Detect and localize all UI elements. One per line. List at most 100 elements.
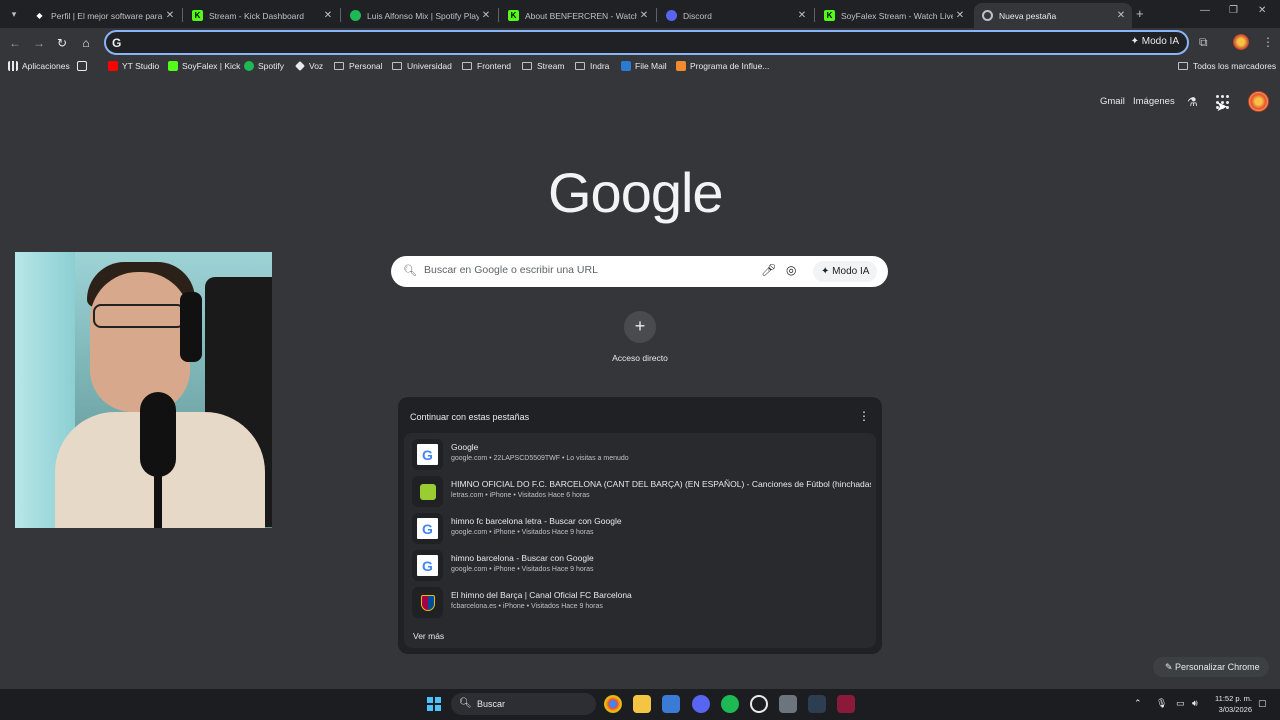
tab-separator xyxy=(498,8,499,22)
restore-icon[interactable]: ❐ xyxy=(1229,5,1238,16)
bookmark-tab-groups[interactable] xyxy=(77,61,91,71)
bookmark-folder-frontend[interactable]: Frontend xyxy=(462,61,511,71)
programa-icon xyxy=(676,61,686,71)
voice-search-icon[interactable]: 🎤︎ xyxy=(761,263,776,277)
tab-discord[interactable]: Discord ✕ xyxy=(658,3,813,28)
folder-icon xyxy=(1178,62,1188,70)
file-explorer-icon[interactable] xyxy=(633,695,651,713)
show-hidden-icons[interactable]: ⌃ xyxy=(1134,698,1142,709)
home-icon[interactable]: ⌂ xyxy=(77,34,95,52)
tab-spotify[interactable]: Luis Alfonso Mix | Spotify Playli ✕ xyxy=(342,3,497,28)
list-item[interactable]: G Google google.com • 22LAPSCD5509TWF • … xyxy=(410,436,872,470)
letras-icon xyxy=(412,476,443,507)
system-clock[interactable]: 11:52 p. m. 3/03/2026 xyxy=(1210,693,1252,715)
app-a-icon[interactable] xyxy=(837,695,855,713)
bookmark-folder-universidad[interactable]: Universidad xyxy=(392,61,452,71)
gmail-link[interactable]: Gmail xyxy=(1100,96,1125,107)
youtube-icon xyxy=(108,61,118,71)
lens-camera-icon[interactable]: ◎ xyxy=(786,263,796,277)
extensions-icon[interactable]: ⧉ xyxy=(1199,35,1208,50)
google-logo: Google xyxy=(548,161,724,224)
list-item[interactable]: G himno barcelona - Buscar con Google go… xyxy=(410,547,872,581)
microphone-icon[interactable]: 🎙︎ xyxy=(1156,698,1167,709)
customize-chrome-button[interactable]: ✎ Personalizar Chrome xyxy=(1153,657,1269,677)
steam-icon[interactable] xyxy=(808,695,826,713)
forward-icon[interactable]: → xyxy=(30,34,48,52)
new-tab-icon[interactable]: + xyxy=(1136,6,1144,21)
ver-mas-link[interactable]: Ver más xyxy=(413,631,444,641)
search-input[interactable] xyxy=(424,264,744,276)
list-item-title: HIMNO OFICIAL DO F.C. BARCELONA (CANT DE… xyxy=(451,479,871,489)
close-tab-icon[interactable]: ✕ xyxy=(637,10,651,21)
close-tab-icon[interactable]: ✕ xyxy=(1114,10,1128,21)
discord-taskbar-icon[interactable] xyxy=(692,695,710,713)
images-link[interactable]: Imágenes xyxy=(1133,96,1175,107)
tab-title: Luis Alfonso Mix | Spotify Playli xyxy=(367,10,479,21)
account-avatar[interactable] xyxy=(1248,91,1269,112)
taskbar-search-label: Buscar xyxy=(477,699,506,709)
calculator-icon[interactable] xyxy=(779,695,797,713)
bookmark-all-bookmarks[interactable]: Todos los marcadores xyxy=(1178,61,1276,71)
volume-icon[interactable]: 🔊︎ xyxy=(1192,698,1198,709)
taskbar-search[interactable]: 🔍︎ Buscar xyxy=(451,693,596,715)
labs-flask-icon[interactable]: ⚗ xyxy=(1187,95,1198,109)
modo-ia-button[interactable]: ✦ Modo IA xyxy=(813,261,878,282)
tab-separator xyxy=(656,8,657,22)
minimize-icon[interactable]: — xyxy=(1200,5,1210,16)
tab-strip: ▾ ◆ Perfil | El mejor software para p ✕ … xyxy=(0,0,1280,28)
bookmark-soyfalex-kick[interactable]: SoyFalex | Kick xyxy=(168,61,240,71)
close-tab-icon[interactable]: ✕ xyxy=(795,10,809,21)
tab-groups-icon xyxy=(77,61,87,71)
tab-kick-dashboard[interactable]: K Stream - Kick Dashboard ✕ xyxy=(184,3,339,28)
tab-benfercren[interactable]: K About BENFERCREN - Watch Li ✕ xyxy=(500,3,655,28)
close-tab-icon[interactable]: ✕ xyxy=(479,10,493,21)
back-icon[interactable]: ← xyxy=(6,34,24,52)
bookmark-voz[interactable]: Voz xyxy=(295,61,323,71)
store-icon[interactable] xyxy=(662,695,680,713)
windows-taskbar: 🔍︎ Buscar ⌃ 🎙︎ ▭ 🔊︎ 11:52 p. m. 3/03/2026… xyxy=(0,689,1280,720)
network-icon[interactable]: ▭ xyxy=(1176,698,1185,709)
close-tab-icon[interactable]: ✕ xyxy=(163,10,177,21)
bookmark-folder-stream[interactable]: Stream xyxy=(522,61,564,71)
add-shortcut-button[interactable]: + xyxy=(624,311,656,343)
modo-ia-label: Modo IA xyxy=(1141,36,1179,47)
omnibox-modo-ia-button[interactable]: ✦ Modo IA xyxy=(1131,36,1179,47)
continue-tabs-card: Continuar con estas pestañas ⋮ G Google … xyxy=(398,397,882,654)
bookmark-aplicaciones[interactable]: Aplicaciones xyxy=(8,61,70,71)
close-window-icon[interactable]: ✕ xyxy=(1258,5,1266,16)
tab-nueva-pestana[interactable]: Nueva pestaña ✕ xyxy=(974,3,1132,28)
fc-barcelona-crest-icon xyxy=(412,587,443,618)
close-tab-icon[interactable]: ✕ xyxy=(321,10,335,21)
bookmark-spotify[interactable]: Spotify xyxy=(244,61,284,71)
close-tab-icon[interactable]: ✕ xyxy=(953,10,967,21)
windows-start-icon[interactable] xyxy=(427,697,441,711)
bookmark-file-mail[interactable]: File Mail xyxy=(621,61,667,71)
notifications-icon[interactable]: ▢ xyxy=(1258,698,1267,709)
profile-avatar[interactable] xyxy=(1233,34,1249,50)
search-box[interactable]: 🔍︎ 🎤︎ ◎ ✦ Modo IA xyxy=(391,256,888,287)
list-item[interactable]: G himno fc barcelona letra - Buscar con … xyxy=(410,510,872,544)
bookmark-programa-influencers[interactable]: Programa de Influe... xyxy=(676,61,769,71)
tab-soyfalex[interactable]: K SoyFalex Stream - Watch Live o ✕ xyxy=(816,3,971,28)
list-item[interactable]: El himno del Barça | Canal Oficial FC Ba… xyxy=(410,584,872,618)
obs-icon[interactable] xyxy=(750,695,768,713)
tab-separator xyxy=(182,8,183,22)
chrome-taskbar-icon[interactable] xyxy=(604,695,622,713)
address-bar[interactable]: G ✦ Modo IA xyxy=(104,30,1189,55)
spotify-taskbar-icon[interactable] xyxy=(721,695,739,713)
chrome-menu-icon[interactable]: ⋮ xyxy=(1262,35,1274,49)
list-item-title: El himno del Barça | Canal Oficial FC Ba… xyxy=(451,590,632,600)
bookmark-yt-studio[interactable]: YT Studio xyxy=(108,61,159,71)
chrome-icon xyxy=(982,10,993,21)
list-item-subtitle: letras.com • iPhone • Visitados Hace 6 h… xyxy=(451,492,590,499)
bookmark-folder-indra[interactable]: Indra xyxy=(575,61,609,71)
bookmark-label: Frontend xyxy=(477,61,512,71)
bookmark-folder-personal[interactable]: Personal xyxy=(334,61,383,71)
reload-icon[interactable]: ↻ xyxy=(53,34,71,52)
tab-perfil[interactable]: ◆ Perfil | El mejor software para p ✕ xyxy=(26,3,181,28)
tab-title: About BENFERCREN - Watch Li xyxy=(525,10,637,21)
card-more-icon[interactable]: ⋮ xyxy=(858,409,870,423)
tab-search-icon[interactable]: ▾ xyxy=(5,5,23,23)
folder-icon xyxy=(392,62,402,70)
list-item[interactable]: HIMNO OFICIAL DO F.C. BARCELONA (CANT DE… xyxy=(410,473,872,507)
